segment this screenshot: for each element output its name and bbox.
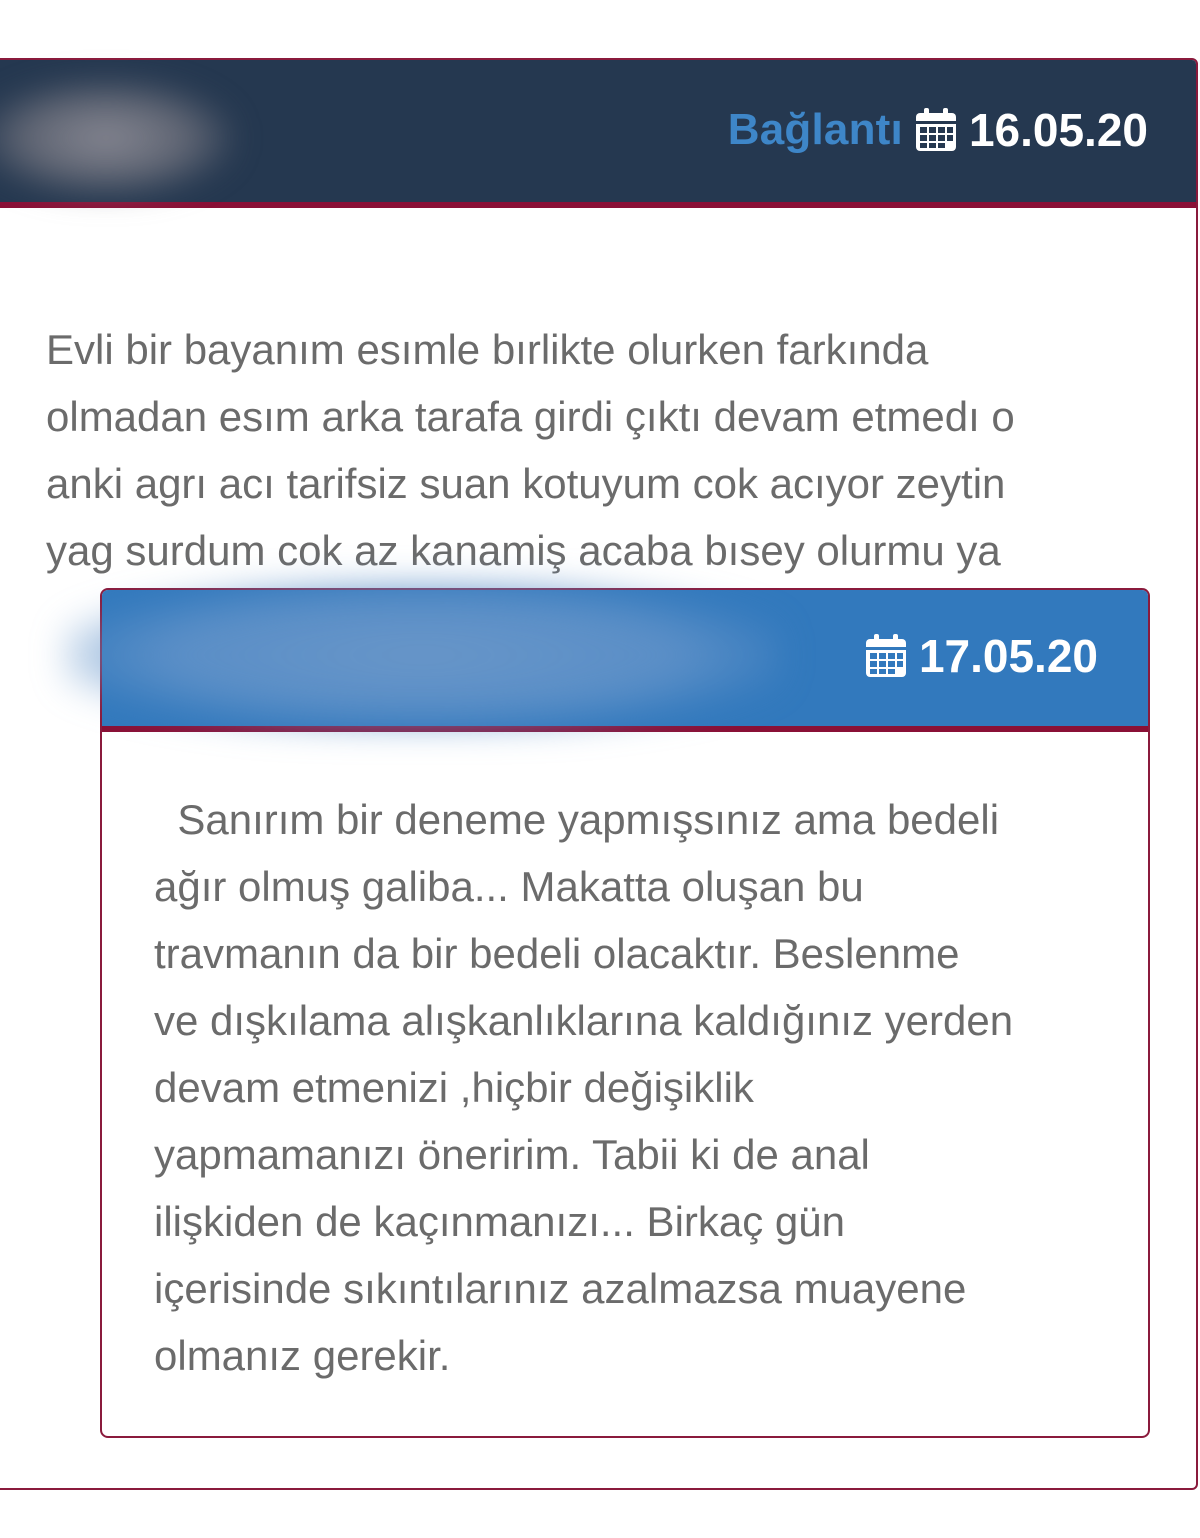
calendar-icon — [865, 634, 906, 677]
answer-line: Sanırım bir deneme yapmışsınız ama bedel… — [154, 796, 1000, 843]
answer-line: travmanın da bir bedeli olacaktır. Besle… — [154, 930, 960, 977]
answer-line: ve dışkılama alışkanlıklarına kaldığınız… — [154, 997, 1014, 1044]
question-line: yag surdum cok az kanamiş acaba bısey ol… — [46, 527, 1001, 574]
question-text: Evli bir bayanım esımle bırlikte olurken… — [46, 316, 1146, 584]
question-meta: Bağlantı 16.05.20 — [728, 102, 1148, 158]
question-date: 16.05.20 — [968, 104, 1148, 156]
answer-date: 17.05.20 — [918, 630, 1098, 682]
answer-line: devam etmenizi ,hiçbir değişiklik — [154, 1064, 754, 1111]
answer-text: Sanırım bir deneme yapmışsınız ama bedel… — [154, 786, 1114, 1389]
answer-line: içerisinde sıkıntılarınız azalmazsa muay… — [154, 1265, 967, 1312]
answer-line: ağır olmuş galiba... Makatta oluşan bu — [154, 863, 864, 910]
answer-line: ilişkiden de kaçınmanızı... Birkaç gün — [154, 1198, 845, 1245]
question-line: olmadan esım arka tarafa girdi çıktı dev… — [46, 393, 1015, 440]
permalink-link[interactable]: Bağlantı — [728, 105, 903, 155]
calendar-icon — [915, 108, 956, 151]
answer-header: 17.05.20 — [62, 580, 1148, 732]
page: Bağlantı 16.05.20 Evli bir bayanım esıml… — [0, 0, 1200, 1538]
question-line: anki agrı acı tarifsiz suan kotuyum cok … — [46, 460, 1006, 507]
answer-card: 17.05.20 Sanırım bir deneme yapmışsınız … — [62, 580, 1150, 1438]
blurred-doctor-name — [62, 580, 782, 730]
answer-line: yapmamanızı öneririm. Tabii ki de anal — [154, 1131, 870, 1178]
answer-meta: 17.05.20 — [865, 628, 1098, 684]
answer-line: olmanız gerekir. — [154, 1332, 451, 1379]
blurred-username — [0, 78, 236, 198]
question-line: Evli bir bayanım esımle bırlikte olurken… — [46, 326, 929, 373]
question-header: Bağlantı 16.05.20 — [0, 60, 1196, 208]
